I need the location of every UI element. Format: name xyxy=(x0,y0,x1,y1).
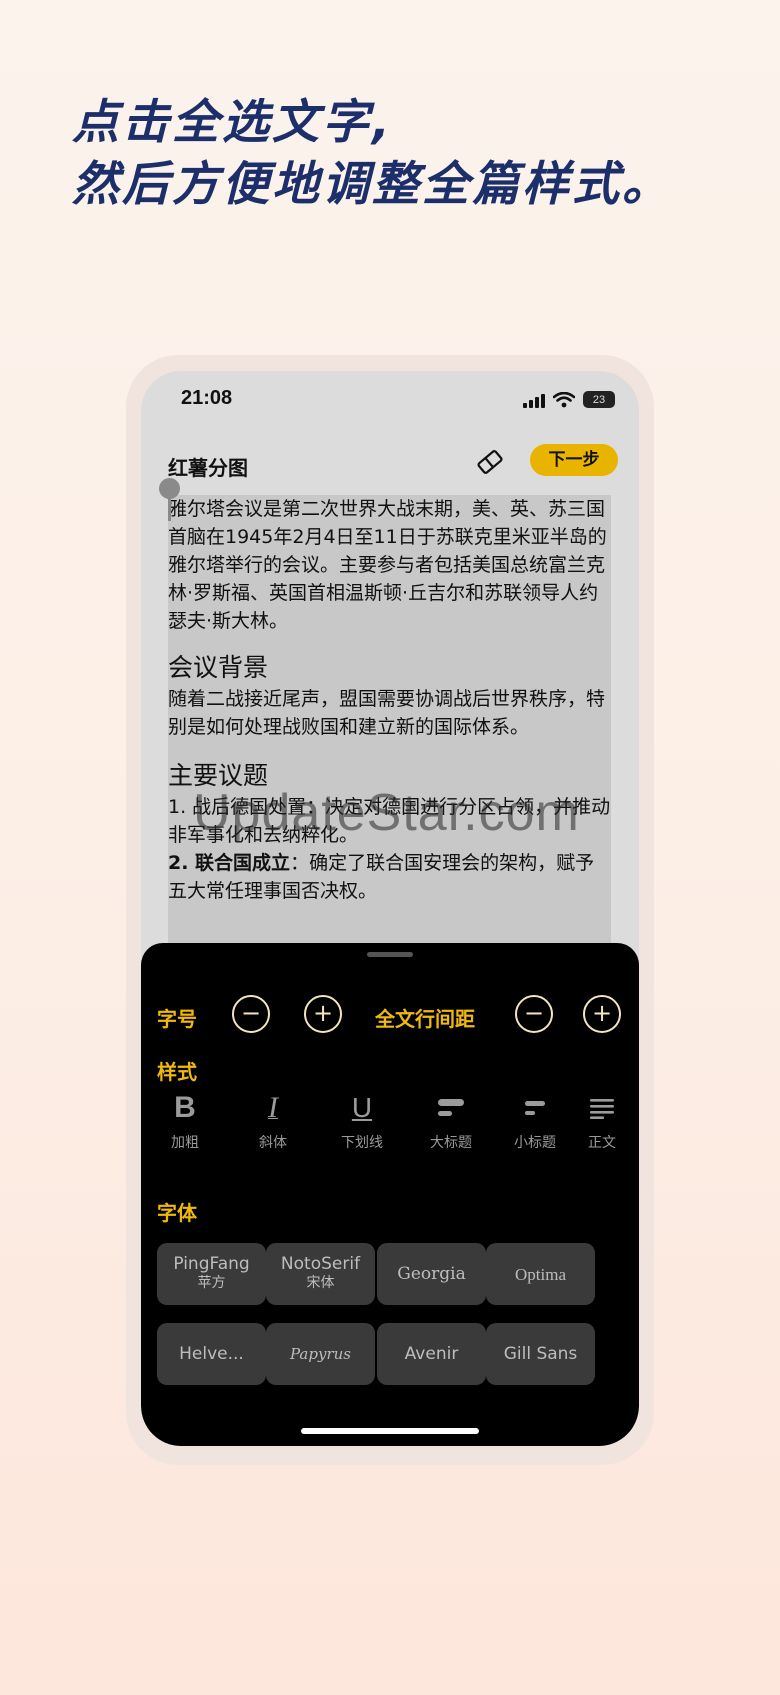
font-size-label: 字号 xyxy=(157,1007,197,1031)
style-section-label: 样式 xyxy=(157,1060,197,1084)
bold-icon: B xyxy=(174,1091,196,1124)
document-title: 红薯分图 xyxy=(168,456,248,480)
line-spacing-decrease-button[interactable]: − xyxy=(515,995,553,1033)
watermark: UpdateStar.com xyxy=(193,784,580,842)
phone-screen: 21:08 23 红薯分图 下一步 雅尔塔会议是第二次世界大战末期，美、英、苏三… xyxy=(141,371,639,1446)
cellular-signal-icon xyxy=(523,392,545,408)
paragraph-intro: 雅尔塔会议是第二次世界大战末期，美、英、苏三国首脑在1945年2月4日至11日于… xyxy=(168,498,607,632)
underline-label: 下划线 xyxy=(341,1135,383,1151)
headline: 点击全选文字, 然后方便地调整全篇样式。 xyxy=(72,92,672,216)
italic-icon: I xyxy=(268,1091,278,1124)
headline-line-1: 点击全选文字, xyxy=(72,95,393,150)
bold-button[interactable]: B 加粗 xyxy=(150,1088,220,1152)
font-option-notoserif[interactable]: NotoSerif 宋体 xyxy=(266,1243,375,1305)
line-spacing-label: 全文行间距 xyxy=(375,1007,475,1031)
font-option-gill-sans[interactable]: Gill Sans xyxy=(486,1323,595,1385)
small-heading-label: 小标题 xyxy=(514,1135,556,1151)
top-bar: 红薯分图 下一步 xyxy=(141,439,639,489)
style-panel: 字号 − + 全文行间距 − + 样式 B 加粗 I 斜体 U 下划线 大标题 xyxy=(141,943,639,1446)
font-option-papyrus[interactable]: Papyrus xyxy=(266,1323,375,1385)
italic-label: 斜体 xyxy=(259,1135,287,1151)
underline-button[interactable]: U 下划线 xyxy=(327,1088,397,1152)
paragraph-background: 随着二战接近尾声，盟国需要协调战后世界秩序，特别是如何处理战败国和建立新的国际体… xyxy=(168,688,606,738)
font-option-georgia[interactable]: Georgia xyxy=(377,1243,486,1305)
underline-icon: U xyxy=(351,1092,373,1123)
font-option-sub: 苹方 xyxy=(197,1275,226,1291)
battery-icon: 23 xyxy=(583,391,615,408)
status-time: 21:08 xyxy=(181,387,233,409)
list-item-2-bold: 2. 联合国成立 xyxy=(168,852,291,874)
font-option-name: Gill Sans xyxy=(503,1343,578,1364)
large-heading-button[interactable]: 大标题 xyxy=(416,1088,486,1152)
heading-background: 会议背景 xyxy=(168,653,269,682)
font-option-avenir[interactable]: Avenir xyxy=(377,1323,486,1385)
font-option-name: Optima xyxy=(515,1264,566,1284)
eraser-icon[interactable] xyxy=(473,445,507,479)
status-icons: 23 xyxy=(523,391,615,408)
italic-button[interactable]: I 斜体 xyxy=(238,1088,308,1152)
small-heading-button[interactable]: 小标题 xyxy=(500,1088,570,1152)
wifi-icon xyxy=(553,391,575,407)
font-option-name: Georgia xyxy=(397,1263,466,1284)
font-option-name: NotoSerif xyxy=(280,1254,361,1274)
home-indicator[interactable] xyxy=(301,1428,479,1434)
list-item-2: 2. 联合国成立：确定了联合国安理会的架构，赋予五大常任理事国否决权。 xyxy=(168,849,611,905)
font-option-optima[interactable]: Optima xyxy=(486,1243,595,1305)
font-option-sub: 宋体 xyxy=(306,1275,335,1291)
font-option-name: Helve... xyxy=(179,1343,244,1364)
font-option-helvetica[interactable]: Helve... xyxy=(157,1323,266,1385)
headline-line-2: 然后方便地调整全篇样式。 xyxy=(72,157,672,212)
status-bar: 21:08 23 xyxy=(141,371,639,431)
body-text-button[interactable]: 正文 xyxy=(570,1088,634,1152)
document-body[interactable]: 雅尔塔会议是第二次世界大战末期，美、英、苏三国首脑在1945年2月4日至11日于… xyxy=(168,495,611,955)
font-size-increase-button[interactable]: + xyxy=(304,995,342,1033)
small-heading-icon xyxy=(525,1101,545,1115)
body-text-label: 正文 xyxy=(588,1135,616,1151)
font-section-label: 字体 xyxy=(157,1201,197,1225)
selection-handle[interactable] xyxy=(159,478,180,499)
large-heading-label: 大标题 xyxy=(430,1135,472,1151)
bold-label: 加粗 xyxy=(171,1135,199,1151)
font-size-decrease-button[interactable]: − xyxy=(232,995,270,1033)
large-heading-icon xyxy=(438,1099,464,1116)
font-option-pingfang[interactable]: PingFang 苹方 xyxy=(157,1243,266,1305)
font-option-name: Avenir xyxy=(404,1343,459,1364)
next-step-button[interactable]: 下一步 xyxy=(530,444,618,476)
line-spacing-increase-button[interactable]: + xyxy=(583,995,621,1033)
body-text-icon xyxy=(590,1099,614,1119)
font-option-name: Papyrus xyxy=(290,1344,351,1363)
panel-grabber[interactable] xyxy=(367,952,413,957)
font-option-name: PingFang xyxy=(173,1254,250,1274)
